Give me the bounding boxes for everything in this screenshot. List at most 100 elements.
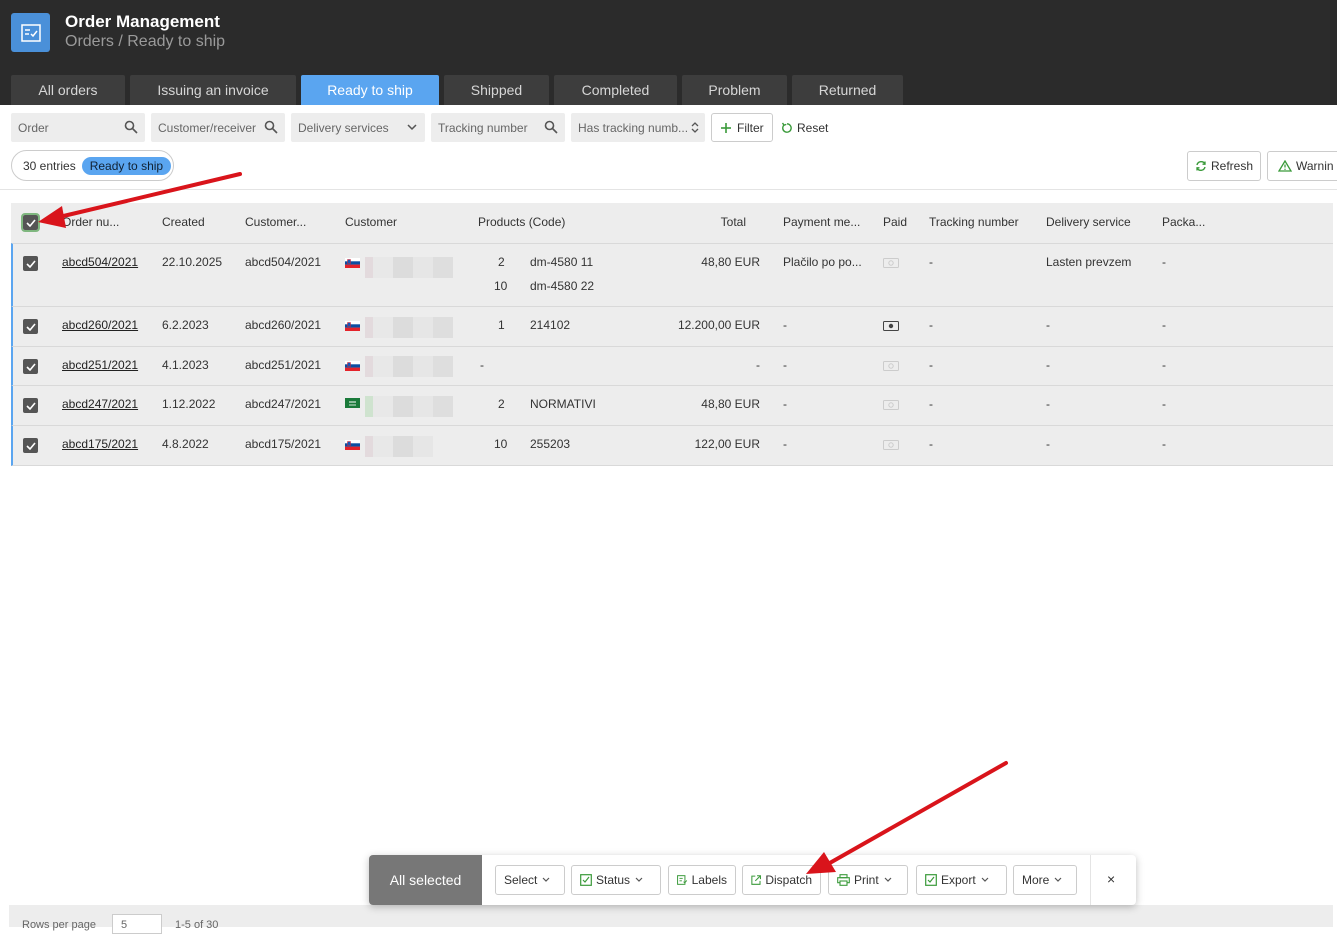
dispatch-button[interactable]: Dispatch xyxy=(742,865,821,895)
customer-search-input[interactable]: Customer/receiver xyxy=(151,113,285,142)
sort-arrows-icon xyxy=(691,122,699,133)
labels-button[interactable]: Labels xyxy=(668,865,736,895)
order-link[interactable]: abcd251/2021 xyxy=(62,358,138,372)
created-date: 22.10.2025 xyxy=(162,255,223,269)
has-tracking-select[interactable]: Has tracking numb... xyxy=(571,113,705,142)
printer-icon xyxy=(837,874,850,886)
product-qty: 2 xyxy=(498,397,505,411)
entries-summary: 30 entries Ready to ship xyxy=(11,150,174,181)
created-date: 4.1.2023 xyxy=(162,358,209,372)
row-checkbox[interactable] xyxy=(23,398,38,413)
selection-label: All selected xyxy=(369,855,482,905)
tab-completed[interactable]: Completed xyxy=(554,75,677,105)
order-app-icon xyxy=(11,13,50,52)
rows-per-page-select[interactable]: 5 xyxy=(112,914,162,934)
table-row[interactable]: abcd260/2021 6.2.2023 abcd260/2021 1 214… xyxy=(11,306,1333,346)
breadcrumb: Orders / Ready to ship xyxy=(65,33,226,50)
product-code: 214102 xyxy=(530,318,571,332)
product-qty: 10 xyxy=(494,279,508,293)
page-range: 1-5 of 30 xyxy=(175,919,219,931)
export-button[interactable]: Export xyxy=(916,865,1007,895)
product-code: 255203 xyxy=(530,437,571,451)
row-checkbox[interactable] xyxy=(23,256,38,271)
filter-button[interactable]: Filter xyxy=(711,113,773,142)
created-date: 1.12.2022 xyxy=(162,397,216,411)
status-button[interactable]: Status xyxy=(571,865,661,895)
order-total: 12.200,00 EUR xyxy=(677,318,760,332)
close-icon[interactable]: × xyxy=(1107,871,1115,887)
check-icon xyxy=(25,218,36,227)
warning-icon xyxy=(1278,160,1292,172)
entries-count: 30 entries xyxy=(23,158,76,173)
chevron-down-icon xyxy=(1054,877,1062,882)
col-order-number[interactable]: Order nu... xyxy=(62,215,119,229)
payment-method: Plačilo po po... xyxy=(783,255,862,269)
unpaid-money-icon xyxy=(883,440,899,450)
bulk-action-bar: All selected Select Status Labels Dispat… xyxy=(369,855,1136,905)
order-search-input[interactable]: Order xyxy=(11,113,145,142)
payment-method: - xyxy=(783,318,787,332)
warning-button[interactable]: Warnin xyxy=(1267,151,1337,181)
chevron-down-icon xyxy=(981,877,989,882)
tab-issuing-invoice[interactable]: Issuing an invoice xyxy=(130,75,296,105)
export-icon xyxy=(925,874,937,886)
product-qty: 2 xyxy=(498,255,505,269)
order-link[interactable]: abcd260/2021 xyxy=(62,318,138,332)
table-row[interactable]: abcd251/2021 4.1.2023 abcd251/2021 - - -… xyxy=(11,346,1333,385)
chevron-down-icon xyxy=(884,877,892,882)
row-checkbox[interactable] xyxy=(23,438,38,453)
tracking-number: - xyxy=(929,397,933,411)
order-link[interactable]: abcd175/2021 xyxy=(62,437,138,451)
payment-method: - xyxy=(783,358,787,372)
order-total: 122,00 EUR xyxy=(694,437,760,451)
refresh-button[interactable]: Refresh xyxy=(1187,151,1261,181)
col-tracking-number[interactable]: Tracking number xyxy=(929,215,1019,229)
print-button[interactable]: Print xyxy=(828,865,908,895)
col-products[interactable]: Products (Code) xyxy=(478,215,565,229)
more-button[interactable]: More xyxy=(1013,865,1077,895)
search-icon xyxy=(264,120,278,134)
tab-ready-to-ship[interactable]: Ready to ship xyxy=(301,75,439,105)
reset-icon xyxy=(781,122,792,133)
delivery-service: - xyxy=(1046,397,1050,411)
col-customer-number[interactable]: Customer... xyxy=(245,215,306,229)
order-total: - xyxy=(756,358,760,372)
customer-number: abcd175/2021 xyxy=(245,437,322,451)
row-checkbox[interactable] xyxy=(23,319,38,334)
reset-button[interactable]: Reset xyxy=(781,113,828,142)
tab-shipped[interactable]: Shipped xyxy=(444,75,549,105)
order-total: 48,80 EUR xyxy=(701,397,760,411)
col-total[interactable]: Total xyxy=(660,215,746,229)
tracking-number-input[interactable]: Tracking number xyxy=(431,113,565,142)
tab-all-orders[interactable]: All orders xyxy=(11,75,125,105)
tab-returned[interactable]: Returned xyxy=(792,75,903,105)
customer-name-redacted xyxy=(365,257,453,278)
check-icon xyxy=(25,401,36,410)
table-row[interactable]: abcd175/2021 4.8.2022 abcd175/2021 10 25… xyxy=(11,425,1333,466)
check-icon xyxy=(25,362,36,371)
package: - xyxy=(1162,437,1166,451)
col-customer[interactable]: Customer xyxy=(345,215,397,229)
order-link[interactable]: abcd504/2021 xyxy=(62,255,138,269)
tab-problem[interactable]: Problem xyxy=(682,75,787,105)
check-icon xyxy=(25,322,36,331)
saudi-flag-icon xyxy=(345,398,360,408)
col-paid[interactable]: Paid xyxy=(883,215,907,229)
plus-icon xyxy=(721,122,731,133)
delivery-service: - xyxy=(1046,318,1050,332)
package: - xyxy=(1162,397,1166,411)
chevron-down-icon xyxy=(542,877,550,882)
col-created[interactable]: Created xyxy=(162,215,205,229)
col-payment-method[interactable]: Payment me... xyxy=(783,215,860,229)
delivery-services-select[interactable]: Delivery services xyxy=(291,113,425,142)
table-row[interactable]: abcd504/2021 22.10.2025 abcd504/2021 2 d… xyxy=(11,243,1333,306)
row-checkbox[interactable] xyxy=(23,359,38,374)
select-all-checkbox[interactable] xyxy=(21,213,40,232)
status-badge: Ready to ship xyxy=(81,156,172,175)
col-delivery-service[interactable]: Delivery service xyxy=(1046,215,1131,229)
order-link[interactable]: abcd247/2021 xyxy=(62,397,138,411)
col-package[interactable]: Packa... xyxy=(1162,215,1205,229)
table-row[interactable]: abcd247/2021 1.12.2022 abcd247/2021 2 NO… xyxy=(11,385,1333,425)
payment-method: - xyxy=(783,397,787,411)
select-button[interactable]: Select xyxy=(495,865,565,895)
